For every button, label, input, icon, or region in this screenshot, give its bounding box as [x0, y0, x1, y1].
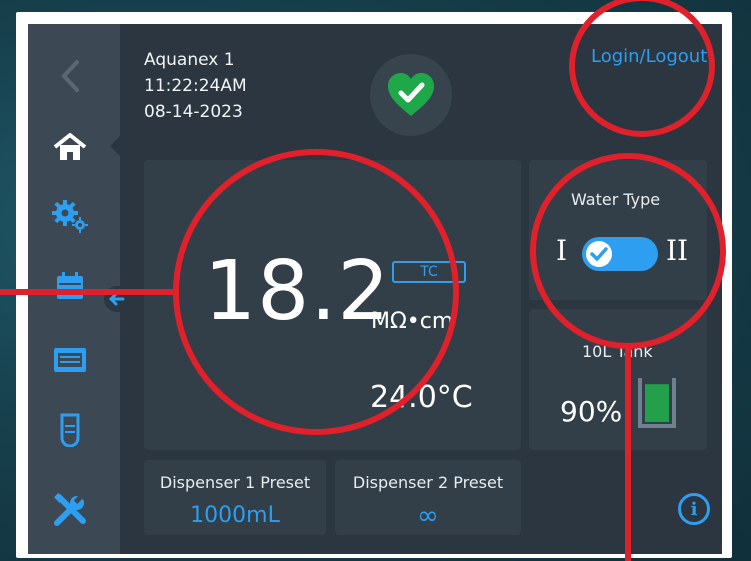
dispenser-2-preset-value: ∞ [417, 501, 439, 531]
system-status-indicator[interactable] [370, 54, 452, 136]
check-icon [590, 247, 608, 261]
toggle-knob [586, 241, 612, 267]
settings-gears-icon[interactable] [50, 196, 90, 236]
tc-badge[interactable]: TC [392, 261, 466, 283]
heart-check-icon [388, 73, 434, 116]
dispenser-1-preset-value: 1000mL [190, 503, 280, 528]
dispenser-2-preset-title: Dispenser 2 Preset [352, 473, 504, 492]
back-chevron-icon[interactable] [50, 56, 90, 96]
active-tab-indicator [110, 135, 121, 157]
resistivity-value: 18.2 [204, 244, 391, 339]
temperature-value: 24.0°C [370, 380, 473, 415]
water-type-toggle[interactable] [582, 237, 658, 271]
tank-level-icon [637, 376, 677, 430]
water-type-option-ii: II [666, 234, 689, 267]
expand-arrow-icon[interactable] [104, 286, 130, 312]
water-type-label: Water Type [571, 190, 661, 209]
resistivity-unit: MΩ•cm [371, 309, 454, 334]
device-name: Aquanex 1 [144, 50, 235, 70]
tank-label: 10L Tank [582, 342, 653, 361]
calendar-icon[interactable] [50, 266, 90, 306]
tools-icon[interactable] [50, 490, 90, 530]
clock-date: 08-14-2023 [144, 102, 243, 122]
tank-level-text: 90% [560, 395, 623, 428]
display-panel-icon[interactable] [50, 340, 90, 380]
device-screen: Aquanex 1 11:22:24AM 08-14-2023 Login/Lo… [28, 24, 722, 554]
sample-tube-icon[interactable] [50, 410, 90, 450]
dispenser-1-preset-title: Dispenser 1 Preset [159, 473, 311, 492]
clock-time: 11:22:24AM [144, 76, 247, 96]
info-icon[interactable]: i [678, 493, 710, 525]
water-type-card [529, 160, 707, 300]
water-type-option-i: I [556, 234, 568, 267]
login-logout-link[interactable]: Login/Logout [591, 46, 707, 67]
home-icon[interactable] [50, 127, 90, 167]
tank-card [529, 309, 707, 450]
sidebar [28, 24, 130, 554]
